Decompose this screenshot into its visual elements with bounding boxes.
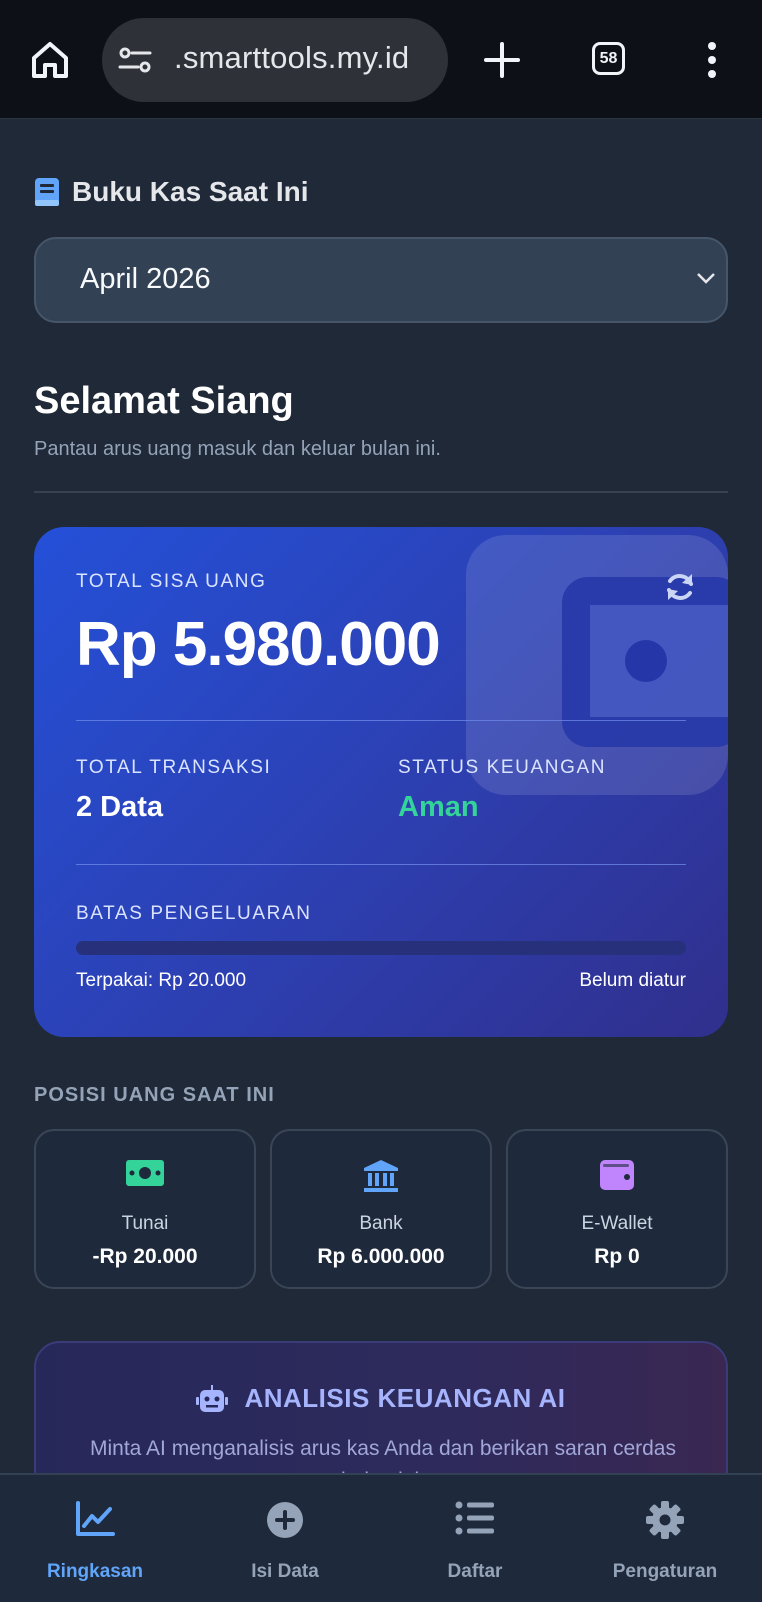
- limit-status: Belum diatur: [579, 970, 686, 991]
- gear-icon: [646, 1501, 684, 1539]
- new-tab-icon[interactable]: [484, 42, 520, 78]
- nav-ringkasan[interactable]: Ringkasan: [0, 1475, 190, 1602]
- ai-analysis-title: ANALISIS KEUANGAN AI: [36, 1383, 726, 1414]
- transactions-label: TOTAL TRANSAKSI: [76, 757, 272, 778]
- status-value: Aman: [398, 791, 479, 823]
- nav-isi-data[interactable]: Isi Data: [190, 1475, 380, 1602]
- tab-switcher-button[interactable]: 58: [592, 42, 625, 75]
- ai-analysis-title-text: ANALISIS KEUANGAN AI: [244, 1383, 566, 1413]
- cashbook-title: Buku Kas Saat Ini: [34, 172, 309, 212]
- bank-icon: [364, 1160, 398, 1192]
- position-name: Bank: [359, 1213, 403, 1234]
- refresh-icon[interactable]: [664, 571, 696, 603]
- position-amount: Rp 6.000.000: [317, 1245, 445, 1268]
- nav-label: Isi Data: [251, 1561, 319, 1582]
- month-select-value: April 2026: [80, 263, 211, 295]
- bottom-navigation: Ringkasan Isi Data Daftar Pengaturan: [0, 1473, 762, 1602]
- nav-label: Daftar: [447, 1561, 503, 1582]
- book-icon: [35, 178, 59, 206]
- position-name: E-Wallet: [581, 1213, 653, 1234]
- total-balance-label: TOTAL SISA UANG: [76, 571, 267, 592]
- position-cash[interactable]: Tunai -Rp 20.000: [34, 1129, 256, 1289]
- plus-circle-icon: [267, 1502, 303, 1538]
- greeting-subtitle: Pantau arus uang masuk dan keluar bulan …: [34, 438, 441, 460]
- divider: [34, 491, 728, 493]
- money-bill-icon: [126, 1160, 164, 1186]
- position-ewallet[interactable]: E-Wallet Rp 0: [506, 1129, 728, 1289]
- chevron-down-icon: [697, 273, 715, 284]
- position-name: Tunai: [121, 1213, 169, 1234]
- cashbook-title-text: Buku Kas Saat Ini: [72, 176, 309, 207]
- position-amount: -Rp 20.000: [92, 1245, 198, 1268]
- spending-limit-label: BATAS PENGELUARAN: [76, 903, 312, 924]
- site-settings-icon[interactable]: [118, 46, 152, 74]
- card-divider: [76, 864, 686, 865]
- wallet-icon: [600, 1160, 634, 1190]
- greeting-title: Selamat Siang: [34, 380, 294, 422]
- nav-label: Ringkasan: [46, 1561, 144, 1582]
- transactions-value: 2 Data: [76, 791, 164, 823]
- nav-pengaturan[interactable]: Pengaturan: [570, 1475, 760, 1602]
- list-icon: [455, 1501, 494, 1535]
- nav-label: Pengaturan: [612, 1561, 718, 1582]
- position-bank[interactable]: Bank Rp 6.000.000: [270, 1129, 492, 1289]
- balance-summary-card: TOTAL SISA UANG Rp 5.980.000 TOTAL TRANS…: [34, 527, 728, 1037]
- spending-limit-progress: [76, 941, 686, 955]
- total-balance-value: Rp 5.980.000: [76, 610, 441, 679]
- status-label: STATUS KEUANGAN: [398, 757, 607, 778]
- robot-icon: [196, 1384, 229, 1412]
- address-bar[interactable]: .smarttools.my.id: [102, 18, 448, 102]
- money-position-title: POSISI UANG SAAT INI: [34, 1084, 275, 1106]
- browser-toolbar: .smarttools.my.id 58: [0, 0, 762, 119]
- position-amount: Rp 0: [594, 1245, 640, 1268]
- chart-line-icon: [76, 1501, 115, 1536]
- home-icon[interactable]: [30, 40, 70, 80]
- spent-amount: Terpakai: Rp 20.000: [76, 970, 247, 991]
- month-select[interactable]: April 2026: [34, 237, 728, 323]
- more-menu-icon[interactable]: [700, 40, 724, 80]
- card-divider: [76, 720, 686, 721]
- url-text: .smarttools.my.id: [174, 40, 410, 75]
- nav-daftar[interactable]: Daftar: [380, 1475, 570, 1602]
